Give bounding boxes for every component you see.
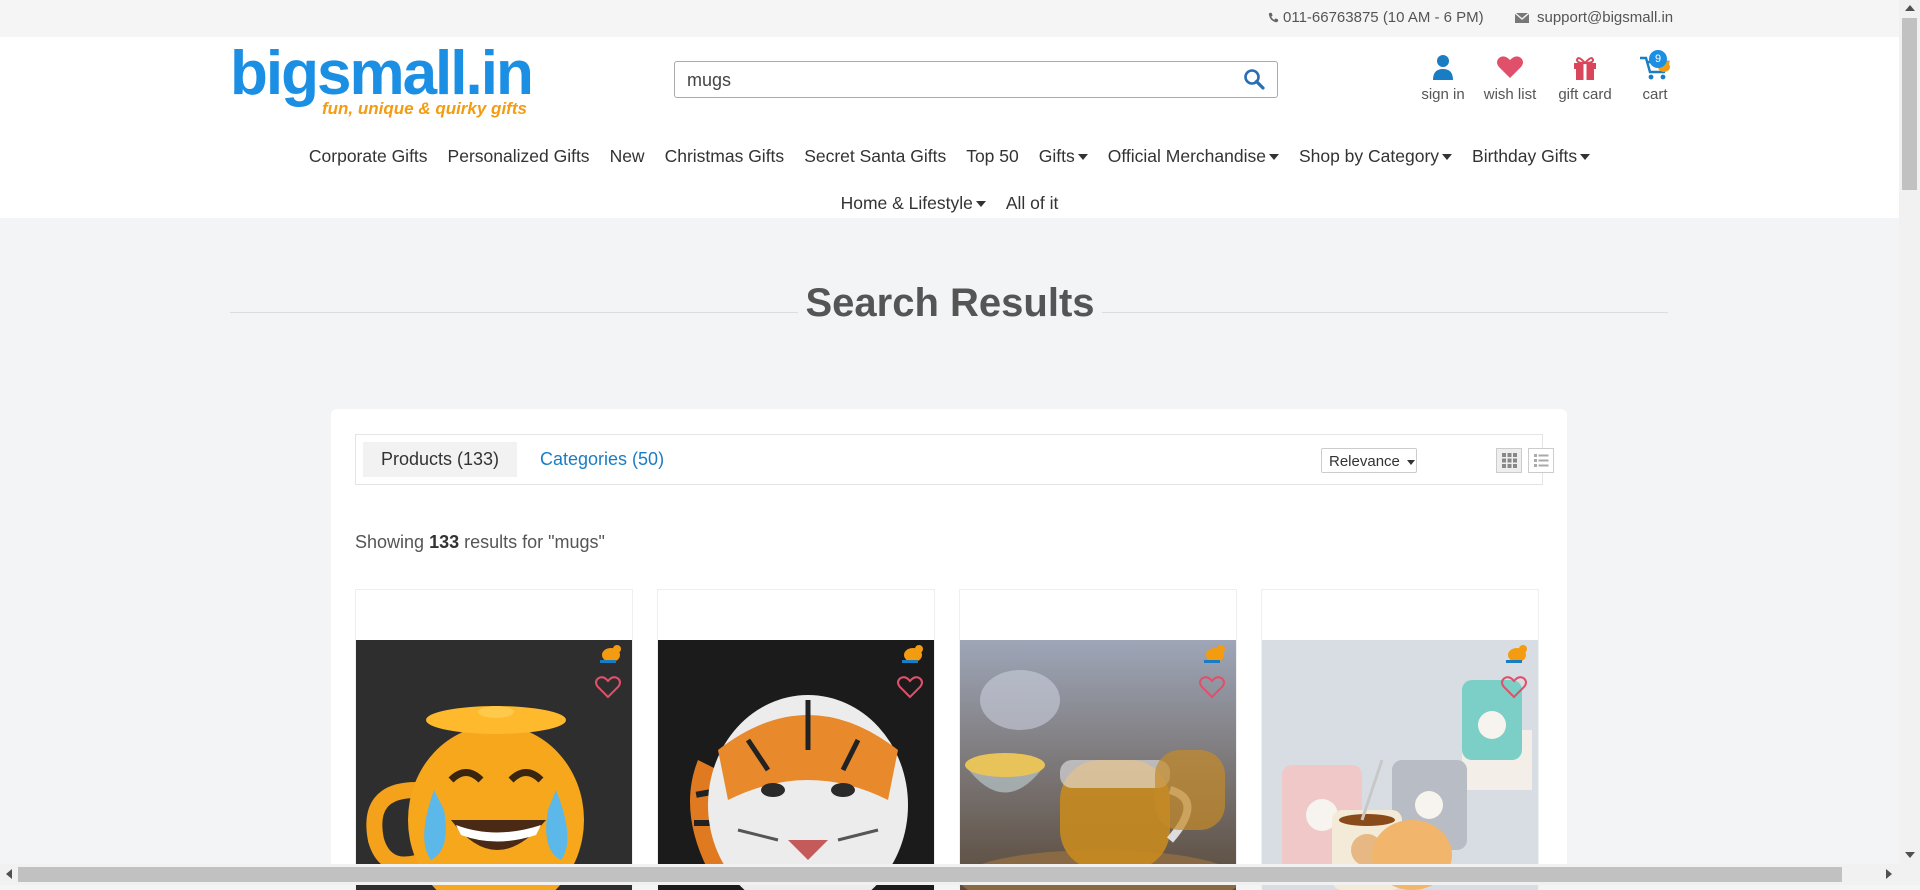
vertical-scrollbar[interactable] xyxy=(1899,0,1920,885)
wishlist-heart-icon[interactable] xyxy=(594,674,622,700)
vertical-scroll-thumb[interactable] xyxy=(1902,18,1917,190)
email-contact[interactable]: support@bigsmall.in xyxy=(1515,9,1673,26)
tab-categories[interactable]: Categories (50) xyxy=(522,442,682,477)
scroll-left-icon[interactable] xyxy=(6,869,12,879)
support-email: support@bigsmall.in xyxy=(1537,9,1674,26)
bigsmall-badge-icon xyxy=(1506,645,1527,663)
heart-icon xyxy=(1497,56,1523,78)
nav-item-new[interactable]: New xyxy=(600,146,655,167)
search-button[interactable] xyxy=(1243,68,1267,92)
bigsmall-badge-icon xyxy=(902,645,923,663)
caret-down-icon xyxy=(975,201,986,208)
bigsmall-badge-icon xyxy=(1204,645,1225,663)
title-divider-right xyxy=(1102,312,1668,313)
bear-mugs-image xyxy=(1262,640,1538,890)
nav-item-christmas-gifts[interactable]: Christmas Gifts xyxy=(655,146,795,167)
emoji-mug-image xyxy=(356,640,632,890)
wishlist-heart-icon[interactable] xyxy=(896,674,924,700)
product-image-tiger-mug[interactable] xyxy=(658,640,934,890)
nav-item-birthday-gifts[interactable]: Birthday Gifts xyxy=(1462,146,1600,167)
tiger-mug-image xyxy=(658,640,934,890)
product-card[interactable] xyxy=(959,589,1237,890)
nav-item-corporate-gifts[interactable]: Corporate Gifts xyxy=(299,146,438,167)
cart-link[interactable]: 9 cart xyxy=(1635,50,1675,103)
sign-in-link[interactable]: sign in xyxy=(1418,52,1468,103)
phone-icon xyxy=(1268,12,1279,23)
gift-card-label: gift card xyxy=(1558,86,1612,103)
nav-item-top-50[interactable]: Top 50 xyxy=(956,146,1029,167)
product-image-bear-mugs[interactable] xyxy=(1262,640,1538,890)
phone-number: 011-66763875 (10 AM - 6 PM) xyxy=(1283,9,1484,26)
phone-contact[interactable]: 011-66763875 (10 AM - 6 PM) xyxy=(1268,9,1484,26)
cart-count-badge: 9 xyxy=(1649,50,1667,68)
results-summary: Showing 133 results for "mugs" xyxy=(355,532,605,552)
wishlist-heart-icon[interactable] xyxy=(1198,674,1226,700)
product-image-emoji-mug[interactable] xyxy=(356,640,632,890)
nav-item-gifts[interactable]: Gifts xyxy=(1029,146,1098,167)
page-title-block: Search Results xyxy=(230,275,1668,331)
product-image-glass-mugs[interactable] xyxy=(960,640,1236,890)
caret-down-icon xyxy=(1407,459,1416,465)
top-bar: 011-66763875 (10 AM - 6 PM) support@bigs… xyxy=(0,0,1899,37)
nav-row-1: Corporate Gifts Personalized Gifts New C… xyxy=(0,133,1899,180)
caret-down-icon xyxy=(1077,154,1088,161)
list-view-button[interactable] xyxy=(1528,448,1554,473)
nav-item-secret-santa-gifts[interactable]: Secret Santa Gifts xyxy=(794,146,956,167)
user-icon xyxy=(1433,55,1453,80)
results-toolbar: Products (133) Categories (50) Relevance xyxy=(355,434,1554,485)
grid-view-button[interactable] xyxy=(1496,448,1522,473)
header-icons: sign in wish list gift card 9 cart xyxy=(1410,50,1670,112)
grid-icon xyxy=(1502,453,1517,468)
wish-list-link[interactable]: wish list xyxy=(1480,52,1540,103)
glass-mugs-image xyxy=(960,640,1236,890)
scroll-up-icon[interactable] xyxy=(1905,5,1915,11)
nav-item-shop-by-category[interactable]: Shop by Category xyxy=(1289,146,1462,167)
list-icon xyxy=(1534,454,1549,467)
gift-icon xyxy=(1574,57,1596,80)
nav-item-home-lifestyle[interactable]: Home & Lifestyle xyxy=(831,193,996,214)
wishlist-heart-icon[interactable] xyxy=(1500,674,1528,700)
sign-in-label: sign in xyxy=(1421,86,1465,103)
main-navigation: Corporate Gifts Personalized Gifts New C… xyxy=(0,133,1899,227)
bigsmall-badge-icon xyxy=(600,645,621,663)
caret-down-icon xyxy=(1442,154,1453,161)
nav-item-personalized-gifts[interactable]: Personalized Gifts xyxy=(438,146,600,167)
search-input[interactable] xyxy=(687,68,1227,92)
cart-label: cart xyxy=(1642,86,1668,103)
caret-down-icon xyxy=(1580,154,1591,161)
sort-value: Relevance xyxy=(1329,453,1400,470)
page-title: Search Results xyxy=(805,281,1095,325)
nav-item-all-of-it[interactable]: All of it xyxy=(996,193,1069,214)
site-header: bigsmall.in fun, unique & quirky gifts s… xyxy=(0,37,1899,218)
results-panel: Products (133) Categories (50) Relevance… xyxy=(331,409,1567,890)
product-card[interactable] xyxy=(1261,589,1539,890)
search-box xyxy=(674,61,1278,98)
site-logo[interactable]: bigsmall.in fun, unique & quirky gifts xyxy=(230,39,534,123)
gift-card-link[interactable]: gift card xyxy=(1550,52,1620,103)
horizontal-scroll-thumb[interactable] xyxy=(18,867,1842,882)
nav-item-official-merchandise[interactable]: Official Merchandise xyxy=(1098,146,1289,167)
tab-products[interactable]: Products (133) xyxy=(363,442,518,477)
results-count: 133 xyxy=(429,532,460,552)
sort-dropdown[interactable]: Relevance xyxy=(1321,448,1417,473)
horizontal-scrollbar[interactable] xyxy=(0,864,1899,885)
envelope-icon xyxy=(1515,12,1529,23)
title-divider-left xyxy=(230,312,798,313)
logo-tagline: fun, unique & quirky gifts xyxy=(322,99,527,118)
nav-row-2: Home & Lifestyle All of it xyxy=(0,180,1899,227)
caret-down-icon xyxy=(1268,154,1279,161)
search-icon xyxy=(1244,69,1265,90)
wish-list-label: wish list xyxy=(1483,86,1537,103)
scroll-right-icon[interactable] xyxy=(1886,869,1892,879)
scroll-down-icon[interactable] xyxy=(1905,852,1915,858)
product-card[interactable] xyxy=(355,589,633,890)
product-card[interactable] xyxy=(657,589,935,890)
